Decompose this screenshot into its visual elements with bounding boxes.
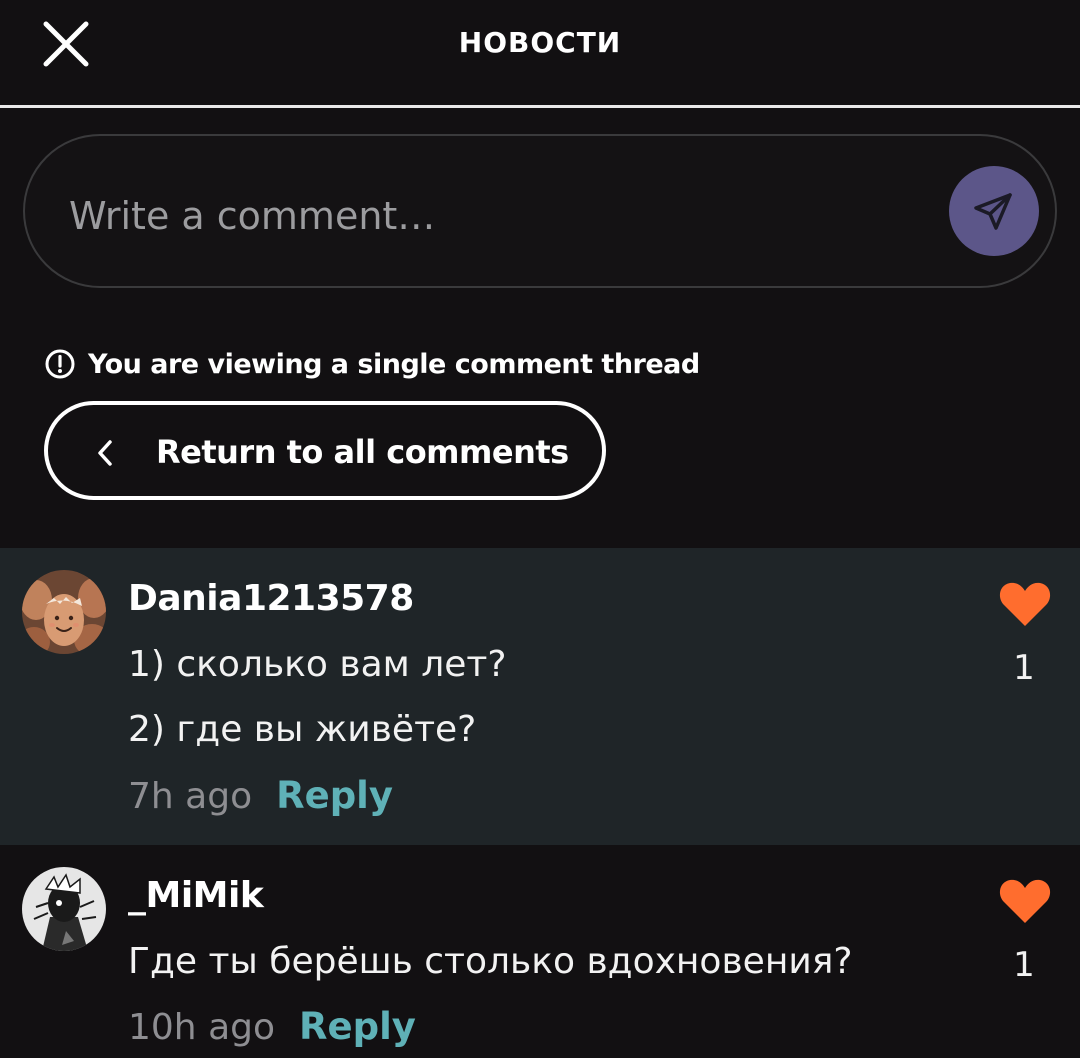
- avatar[interactable]: [22, 570, 106, 654]
- reply-button[interactable]: Reply: [299, 1005, 416, 1048]
- heart-icon: [999, 879, 1051, 923]
- comment-timestamp: 10h ago: [128, 1007, 276, 1048]
- comment-username[interactable]: Dania1213578: [128, 578, 414, 619]
- comment-meta: 10h ago Reply: [128, 1005, 416, 1048]
- header-bar: НОВОСТИ: [0, 0, 1080, 108]
- comment-timestamp: 7h ago: [128, 776, 253, 817]
- comment-input[interactable]: [67, 180, 891, 252]
- comment-text-line: 1) сколько вам лет?: [128, 644, 507, 685]
- like-button[interactable]: [998, 580, 1052, 628]
- heart-icon: [999, 582, 1051, 626]
- comment-item: Dania1213578 1) сколько вам лет? 2) где …: [0, 548, 1080, 845]
- reply-button[interactable]: Reply: [276, 774, 393, 817]
- comment-composer: [23, 134, 1057, 288]
- return-to-all-comments-button[interactable]: Return to all comments: [44, 401, 606, 500]
- page-title: НОВОСТИ: [458, 26, 622, 59]
- info-circle-icon: [45, 349, 75, 379]
- thread-notice-text: You are viewing a single comment thread: [88, 348, 700, 380]
- return-button-label: Return to all comments: [156, 433, 569, 471]
- avatar[interactable]: [22, 867, 106, 951]
- like-count: 1: [1013, 648, 1035, 688]
- comment-text-line: Где ты берёшь столько вдохновения?: [128, 941, 853, 982]
- comment-username[interactable]: _MiMik: [128, 875, 264, 916]
- send-button[interactable]: [949, 166, 1039, 256]
- comment-meta: 7h ago Reply: [128, 774, 393, 817]
- like-count: 1: [1013, 945, 1035, 985]
- paper-plane-icon: [974, 193, 1012, 230]
- single-thread-notice: You are viewing a single comment thread: [44, 344, 700, 384]
- comment-item: _MiMik Где ты берёшь столько вдохновения…: [0, 845, 1080, 1058]
- chevron-left-icon: [98, 440, 112, 466]
- comment-text-line: 2) где вы живёте?: [128, 709, 477, 750]
- like-button[interactable]: [998, 877, 1052, 925]
